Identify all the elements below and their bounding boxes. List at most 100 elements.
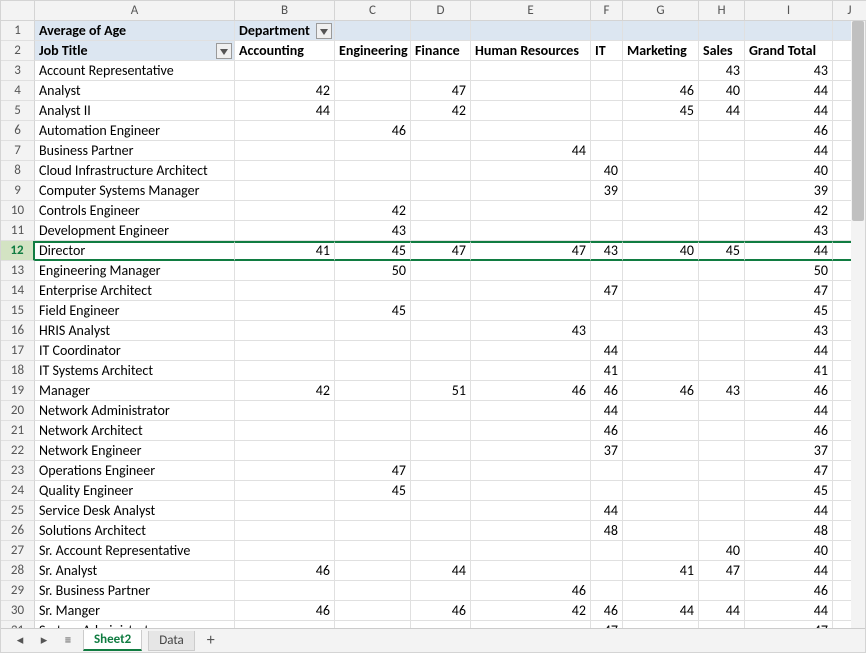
cell-18H[interactable]: [699, 361, 745, 381]
cell-1A[interactable]: Average of Age: [35, 21, 235, 41]
cell-16A[interactable]: HRIS Analyst: [35, 321, 235, 341]
cell-24D[interactable]: [411, 481, 471, 501]
cell-24H[interactable]: [699, 481, 745, 501]
cell-24A[interactable]: Quality Engineer: [35, 481, 235, 501]
cell-28F[interactable]: [591, 561, 623, 581]
cell-5A[interactable]: Analyst II: [35, 101, 235, 121]
cell-2A[interactable]: Job Title: [35, 41, 235, 61]
cell-17I[interactable]: 44: [745, 341, 833, 361]
cell-26H[interactable]: [699, 521, 745, 541]
cell-10C[interactable]: 42: [335, 201, 411, 221]
cell-15F[interactable]: [591, 301, 623, 321]
cell-14B[interactable]: [235, 281, 335, 301]
cell-28C[interactable]: [335, 561, 411, 581]
cell-22D[interactable]: [411, 441, 471, 461]
cell-20B[interactable]: [235, 401, 335, 421]
cell-29C[interactable]: [335, 581, 411, 601]
row-header-9[interactable]: 9: [1, 181, 35, 201]
cell-15G[interactable]: [623, 301, 699, 321]
cell-17C[interactable]: [335, 341, 411, 361]
cell-4B[interactable]: 42: [235, 81, 335, 101]
cell-13G[interactable]: [623, 261, 699, 281]
cell-24F[interactable]: [591, 481, 623, 501]
row-header-24[interactable]: 24: [1, 481, 35, 501]
cell-27H[interactable]: 40: [699, 541, 745, 561]
cell-2I[interactable]: Grand Total: [745, 41, 833, 61]
cell-22I[interactable]: 37: [745, 441, 833, 461]
cell-20D[interactable]: [411, 401, 471, 421]
row-header-19[interactable]: 19: [1, 381, 35, 401]
cell-9F[interactable]: 39: [591, 181, 623, 201]
col-header-E[interactable]: E: [471, 1, 591, 21]
cell-27I[interactable]: 40: [745, 541, 833, 561]
cell-15I[interactable]: 45: [745, 301, 833, 321]
cell-13F[interactable]: [591, 261, 623, 281]
cell-26F[interactable]: 48: [591, 521, 623, 541]
cell-30C[interactable]: [335, 601, 411, 621]
cell-25E[interactable]: [471, 501, 591, 521]
cell-5C[interactable]: [335, 101, 411, 121]
cell-28A[interactable]: Sr. Analyst: [35, 561, 235, 581]
cell-13C[interactable]: 50: [335, 261, 411, 281]
cell-28H[interactable]: 47: [699, 561, 745, 581]
cell-21D[interactable]: [411, 421, 471, 441]
cell-5B[interactable]: 44: [235, 101, 335, 121]
select-all-corner[interactable]: [1, 1, 35, 21]
cell-11F[interactable]: [591, 221, 623, 241]
cell-16H[interactable]: [699, 321, 745, 341]
cell-2C[interactable]: Engineering: [335, 41, 411, 61]
cell-15A[interactable]: Field Engineer: [35, 301, 235, 321]
cell-3C[interactable]: [335, 61, 411, 81]
cell-6E[interactable]: [471, 121, 591, 141]
row-header-25[interactable]: 25: [1, 501, 35, 521]
cell-20C[interactable]: [335, 401, 411, 421]
cell-23G[interactable]: [623, 461, 699, 481]
cell-26I[interactable]: 48: [745, 521, 833, 541]
cell-4H[interactable]: 40: [699, 81, 745, 101]
cell-30H[interactable]: 44: [699, 601, 745, 621]
cell-28I[interactable]: 44: [745, 561, 833, 581]
cell-23E[interactable]: [471, 461, 591, 481]
cell-17F[interactable]: 44: [591, 341, 623, 361]
cell-6I[interactable]: 46: [745, 121, 833, 141]
cell-4C[interactable]: [335, 81, 411, 101]
row-header-23[interactable]: 23: [1, 461, 35, 481]
cell-19F[interactable]: 46: [591, 381, 623, 401]
cell-18E[interactable]: [471, 361, 591, 381]
cell-17B[interactable]: [235, 341, 335, 361]
cell-5E[interactable]: [471, 101, 591, 121]
cell-3B[interactable]: [235, 61, 335, 81]
cell-18D[interactable]: [411, 361, 471, 381]
cell-7E[interactable]: 44: [471, 141, 591, 161]
cell-16I[interactable]: 43: [745, 321, 833, 341]
cell-23I[interactable]: 47: [745, 461, 833, 481]
cell-17E[interactable]: [471, 341, 591, 361]
cell-7C[interactable]: [335, 141, 411, 161]
row-header-4[interactable]: 4: [1, 81, 35, 101]
cell-3E[interactable]: [471, 61, 591, 81]
cell-19B[interactable]: 42: [235, 381, 335, 401]
cell-17A[interactable]: IT Coordinator: [35, 341, 235, 361]
cell-14F[interactable]: 47: [591, 281, 623, 301]
cell-2F[interactable]: IT: [591, 41, 623, 61]
cell-3G[interactable]: [623, 61, 699, 81]
cell-2E[interactable]: Human Resources: [471, 41, 591, 61]
cell-21C[interactable]: [335, 421, 411, 441]
row-header-2[interactable]: 2: [1, 41, 35, 61]
cell-25B[interactable]: [235, 501, 335, 521]
cell-27D[interactable]: [411, 541, 471, 561]
cell-23D[interactable]: [411, 461, 471, 481]
cell-13B[interactable]: [235, 261, 335, 281]
cell-19E[interactable]: 46: [471, 381, 591, 401]
cell-12D[interactable]: 47: [411, 241, 471, 261]
sheet-tab-active[interactable]: Sheet2: [83, 630, 142, 651]
cell-5I[interactable]: 44: [745, 101, 833, 121]
cell-17D[interactable]: [411, 341, 471, 361]
cell-9E[interactable]: [471, 181, 591, 201]
row-header-6[interactable]: 6: [1, 121, 35, 141]
cell-27B[interactable]: [235, 541, 335, 561]
cell-21I[interactable]: 46: [745, 421, 833, 441]
cell-22H[interactable]: [699, 441, 745, 461]
tab-list-icon[interactable]: ≡: [59, 633, 77, 648]
cell-28D[interactable]: 44: [411, 561, 471, 581]
